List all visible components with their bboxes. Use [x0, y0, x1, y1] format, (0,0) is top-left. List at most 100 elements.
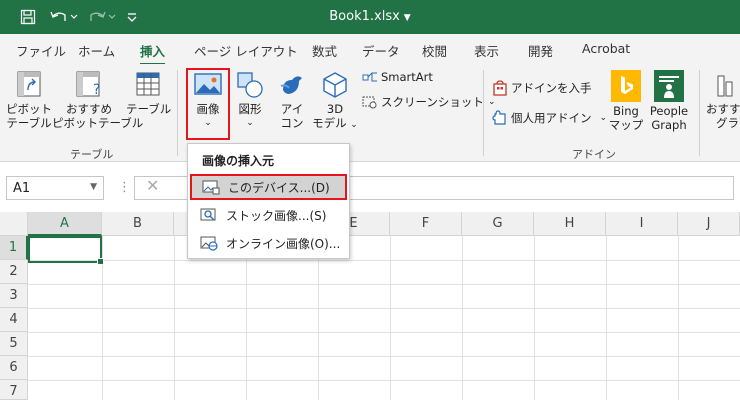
tab-home[interactable]: ホーム: [78, 41, 115, 60]
pivot-table-label-1: ピボット: [6, 102, 52, 116]
ribbon-tabs: ファイル ホーム 挿入 ページ レイアウト 数式 データ 校閲 表示 開発 Ac…: [0, 34, 740, 66]
tab-developer[interactable]: 開発: [528, 41, 553, 60]
recommended-charts-label-1: おすすめ: [706, 102, 740, 116]
recommended-charts-button[interactable]: おすすめ グラフ: [706, 70, 740, 130]
menu-item-label: ストック画像...(S): [226, 208, 327, 223]
screenshot-button[interactable]: スクリーンショット ⌄: [362, 94, 495, 110]
my-addins-label: 個人用アドイン: [511, 111, 592, 125]
my-addins-button[interactable]: 個人用アドイン ⌄: [492, 110, 607, 126]
column-header[interactable]: B: [102, 212, 174, 236]
row-header[interactable]: 1: [0, 236, 28, 260]
people-graph-label-2: Graph: [651, 118, 687, 132]
select-all-corner[interactable]: [0, 212, 28, 236]
row-header[interactable]: 4: [0, 308, 28, 332]
column-header[interactable]: A: [28, 212, 102, 236]
tab-view[interactable]: 表示: [474, 41, 499, 60]
gridline: [462, 236, 463, 400]
group-separator: [483, 70, 484, 156]
addins-icon: [492, 110, 508, 126]
stock-images-icon: [200, 207, 220, 223]
row-header[interactable]: 7: [0, 380, 28, 400]
menu-item-label: このデバイス...(D): [228, 180, 330, 195]
gridline: [606, 236, 607, 400]
name-box[interactable]: A1 ▼: [6, 176, 104, 200]
chevron-down-icon: ⌄: [599, 113, 608, 123]
pivot-table-label-2: テーブル: [6, 116, 52, 130]
online-pictures-icon: [200, 235, 220, 251]
people-graph-icon: [654, 70, 684, 102]
row-header[interactable]: 6: [0, 356, 28, 380]
get-addins-button[interactable]: アドインを入手: [492, 80, 592, 96]
smartart-button[interactable]: SmartArt: [362, 70, 433, 84]
gridline: [28, 308, 740, 309]
smartart-icon: [362, 70, 378, 84]
bing-maps-label-1: Bing: [613, 104, 639, 118]
gridline: [534, 236, 535, 400]
cancel-icon[interactable]: ✕: [146, 176, 164, 200]
name-box-value: A1: [13, 181, 31, 196]
icons-button[interactable]: アイ コン: [274, 70, 310, 130]
tab-file[interactable]: ファイル: [16, 41, 66, 60]
image-highlight-box: [186, 68, 230, 140]
chevron-down-icon: ⌄: [246, 118, 254, 128]
row-header[interactable]: 3: [0, 284, 28, 308]
bing-icon: [611, 70, 641, 102]
gridline: [28, 284, 740, 285]
shapes-icon: [237, 72, 263, 98]
table-button[interactable]: テーブル: [126, 70, 172, 116]
device-picture-icon: [202, 179, 222, 195]
gridline: [28, 356, 740, 357]
3d-models-label-1: 3D: [326, 102, 344, 116]
worksheet-grid[interactable]: A B C D E F G H I J 1 2 3 4 5 6 7: [0, 212, 740, 400]
shapes-button[interactable]: 図形 ⌄: [232, 70, 268, 130]
screenshot-label: スクリーンショット: [381, 95, 484, 109]
menu-item-label: オンライン画像(O)...: [226, 236, 341, 251]
pivot-table-icon: [17, 71, 41, 97]
column-header[interactable]: G: [462, 212, 534, 236]
pivot-table-button[interactable]: ピボット テーブル: [6, 70, 52, 130]
file-name: Book1.xlsx: [329, 9, 400, 24]
menu-item-stock-images[interactable]: ストック画像...(S): [190, 202, 347, 228]
3d-models-button[interactable]: 3D モデル ⌄: [312, 70, 358, 132]
gridline: [28, 380, 740, 381]
recommended-pivot-label-1: おすすめ: [66, 102, 112, 116]
chevron-down-icon: ▼: [403, 13, 411, 23]
row-header[interactable]: 2: [0, 260, 28, 284]
3d-models-label-2-text: モデル: [312, 116, 347, 130]
row-header[interactable]: 5: [0, 332, 28, 356]
active-cell-a1[interactable]: [28, 236, 104, 265]
menu-item-this-device[interactable]: このデバイス...(D): [190, 174, 347, 200]
tab-data[interactable]: データ: [362, 41, 400, 60]
smartart-label: SmartArt: [381, 70, 433, 84]
tab-page-layout[interactable]: ページ レイアウト: [194, 41, 298, 60]
column-header[interactable]: I: [606, 212, 678, 236]
tab-formulas[interactable]: 数式: [312, 41, 337, 60]
gridline: [246, 236, 247, 400]
group-separator: [699, 70, 700, 156]
tab-acrobat[interactable]: Acrobat: [582, 41, 630, 56]
column-header[interactable]: J: [678, 212, 740, 236]
recommended-charts-label-2: グラフ: [716, 116, 740, 130]
gridline: [28, 332, 740, 333]
menu-header: 画像の挿入元: [202, 154, 275, 168]
chevron-down-icon: ⌄: [350, 120, 358, 130]
get-addins-label: アドインを入手: [511, 81, 592, 95]
tab-insert[interactable]: 挿入: [140, 41, 166, 66]
menu-item-online-pictures[interactable]: オンライン画像(O)...: [190, 230, 347, 256]
recommended-pivot-button[interactable]: ? おすすめ ピボットテーブル: [52, 70, 143, 130]
shapes-label: 図形: [238, 102, 262, 116]
gridline: [28, 260, 740, 261]
chevron-down-icon: ⌄: [487, 97, 496, 107]
gridline: [174, 236, 175, 400]
recommended-pivot-icon: ?: [76, 71, 100, 98]
column-header[interactable]: F: [390, 212, 462, 236]
group-label-addins: アドイン: [572, 148, 616, 161]
table-label: テーブル: [126, 102, 172, 116]
window-title[interactable]: Book1.xlsx ▼: [0, 9, 740, 24]
table-icon: [136, 72, 160, 96]
people-graph-button[interactable]: People Graph: [648, 70, 690, 132]
chart-icon: [717, 75, 733, 97]
column-header[interactable]: H: [534, 212, 606, 236]
tab-review[interactable]: 校閲: [422, 41, 447, 60]
bing-maps-button[interactable]: Bing マップ: [608, 70, 644, 132]
